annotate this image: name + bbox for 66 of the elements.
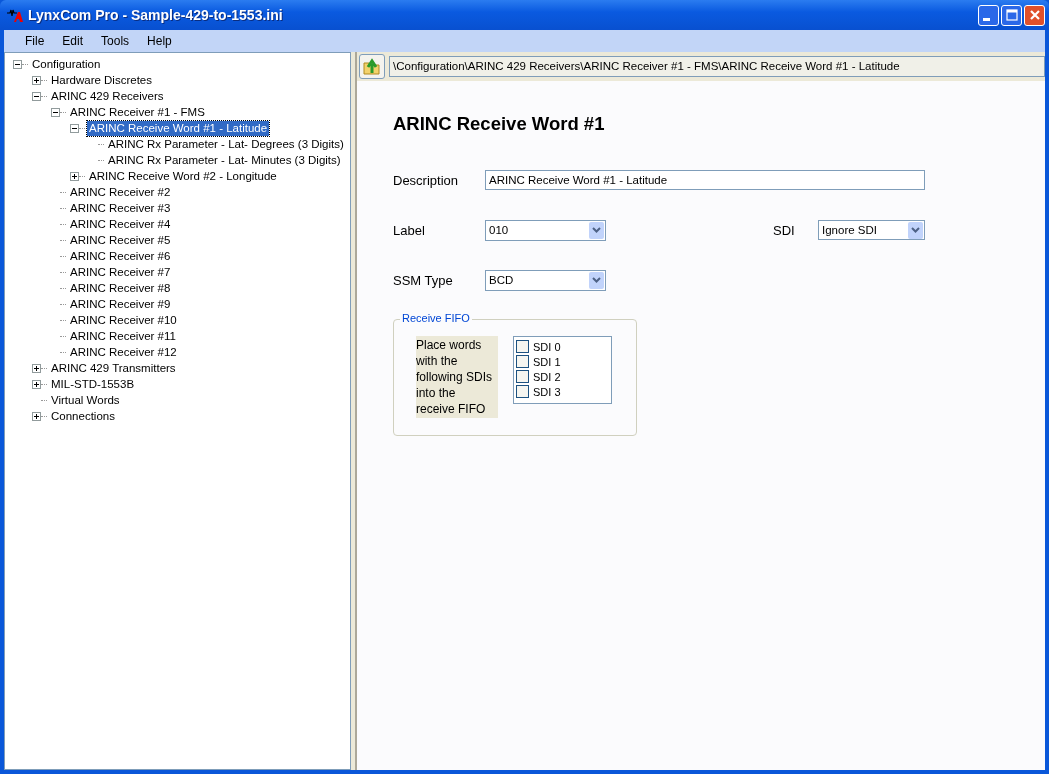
checkbox[interactable] [516,370,529,383]
sdi-dropdown[interactable]: Ignore SDI [818,220,925,240]
tree-item[interactable]: ARINC Receive Word #1 - Latitude [87,120,270,136]
tree-item[interactable]: ARINC Receiver #12 [68,344,179,360]
field-label: SDI [773,222,796,238]
tree-item[interactable]: ARINC Receiver #11 [68,328,178,344]
tree-item[interactable]: ARINC Receive Word #2 - Longitude [87,168,279,184]
group-title: Receive FIFO [400,312,472,324]
tree-item[interactable]: ARINC Receiver #6 [68,248,173,264]
tree-item[interactable]: Hardware Discretes [49,72,154,88]
expander-icon[interactable] [70,171,79,181]
tree-item[interactable]: ARINC Receiver #4 [68,216,173,232]
tree-item[interactable]: ARINC Rx Parameter - Lat- Degrees (3 Digits) [106,136,346,152]
tree-item[interactable]: ARINC 429 Receivers [49,88,166,104]
expander-icon[interactable] [32,379,41,389]
expander-icon[interactable] [32,411,41,421]
up-folder-button[interactable] [359,54,385,79]
label-dropdown[interactable]: 010 [485,219,606,241]
tree-item[interactable]: ARINC Receiver #10 [68,312,179,328]
field-label: Label [393,222,426,238]
description-field[interactable]: ARINC Receive Word #1 - Latitude [485,170,925,190]
minimize-icon [983,17,990,21]
tree-item[interactable]: ARINC Receiver #3 [68,200,173,216]
expander-icon[interactable] [32,91,41,101]
folder-up-arrow-icon [362,56,382,77]
menu-item[interactable]: Tools [94,32,137,50]
fifo-note: Place words with the following SDIs into the receive FIFO [416,336,498,418]
checkbox-label: SDI 1 [533,355,561,368]
tree-item[interactable]: ARINC Receiver #7 [68,264,173,280]
expander-icon[interactable] [70,123,79,133]
tree-item[interactable]: Connections [49,408,117,424]
expander-icon[interactable] [32,75,41,85]
tree-item[interactable]: ARINC Receiver #5 [68,232,173,248]
menu-item[interactable]: Edit [55,32,91,50]
checkbox[interactable] [516,355,529,368]
ssm-type-dropdown[interactable]: BCD [485,269,606,291]
tree-item[interactable]: ARINC Receiver #8 [68,280,173,296]
minimize-button[interactable] [978,4,999,26]
maximize-icon [1005,9,1018,21]
expander-icon[interactable] [51,107,60,117]
checkbox-label: SDI 0 [533,340,561,353]
menu-item[interactable]: File [18,32,52,50]
path-field[interactable]: \Configuration\ARINC 429 Receivers\ARINC Receiver #1 - FMS\ARINC Receive Word #1 - Latitude [389,56,1045,77]
checkbox-label: SDI 2 [533,370,561,383]
app-logo-icon [6,7,24,23]
checkbox-label: SDI 3 [533,385,561,398]
tree-item[interactable]: ARINC 429 Transmitters [49,360,178,376]
tree-item[interactable]: ARINC Receiver #2 [68,184,173,200]
tree-item[interactable]: ARINC Rx Parameter - Lat- Minutes (3 Digits) [106,152,343,168]
field-label: SSM Type [393,272,454,288]
menu-item[interactable]: Help [140,32,179,50]
tree-item[interactable]: ARINC Receiver #9 [68,296,173,312]
expander-icon[interactable] [13,59,22,69]
tree-item[interactable]: Virtual Words [49,392,122,408]
tree-item[interactable]: ARINC Receiver #1 - FMS [68,104,207,120]
expander-icon[interactable] [32,363,41,373]
tree-item[interactable]: MIL-STD-1553B [49,376,137,392]
window-title: LynxCom Pro - Sample-429-to-1553.ini [28,7,284,23]
maximize-button[interactable] [1001,4,1022,26]
tree-item[interactable]: Configuration [30,56,103,72]
checkbox[interactable] [516,385,529,398]
close-button[interactable] [1024,4,1045,26]
checkbox[interactable] [516,340,529,353]
page-heading: ARINC Receive Word #1 [393,113,606,135]
field-label: Description [393,172,460,188]
close-icon [1028,9,1041,21]
